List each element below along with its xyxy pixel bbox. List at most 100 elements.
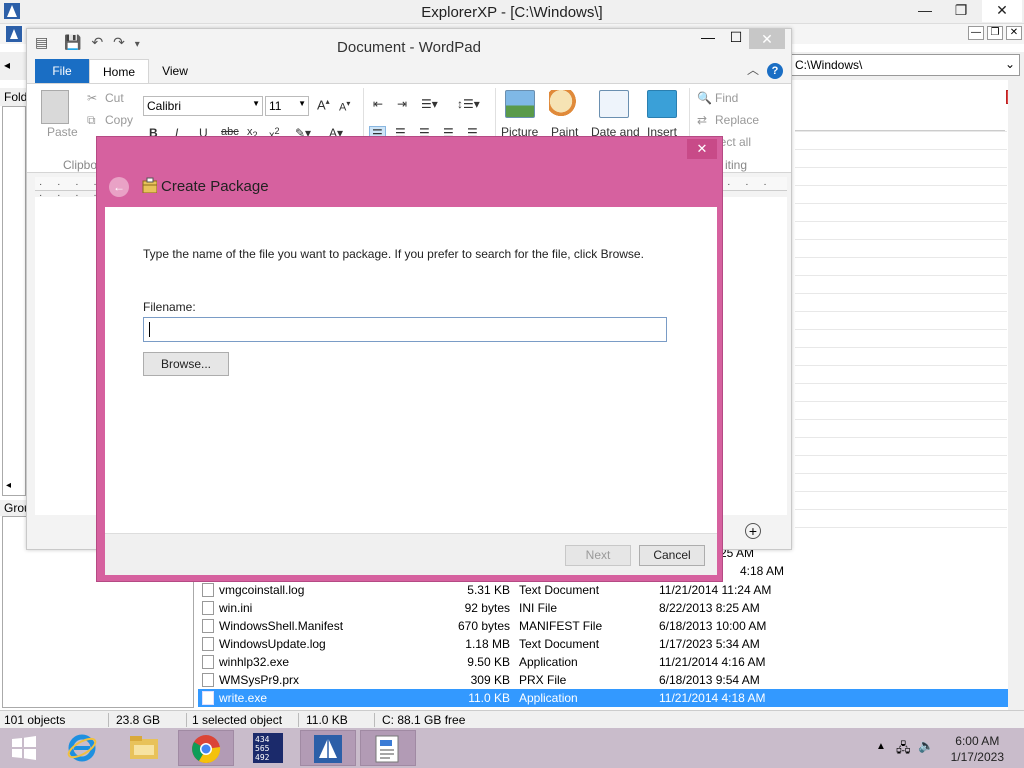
system-tray: ▲ 🖧 🔈 6:00 AM 1/17/2023: [874, 728, 1024, 768]
scroll-left-icon[interactable]: ◂: [6, 480, 26, 494]
find-button[interactable]: Find: [715, 91, 738, 105]
file-row[interactable]: winhlp32.exe 9.50 KB Application 11/21/2014…: [198, 653, 1008, 671]
zoom-in-icon[interactable]: +: [745, 523, 761, 539]
start-button[interactable]: [0, 730, 48, 766]
tab-file[interactable]: File: [35, 59, 89, 83]
insert-object-icon[interactable]: [647, 90, 677, 118]
clock-time: 6:00 AM: [955, 734, 1000, 748]
file-name: winhlp32.exe: [219, 655, 290, 669]
network-icon[interactable]: 🖧: [896, 739, 911, 761]
explorer-minimize-button[interactable]: —: [910, 0, 940, 22]
chevron-down-icon[interactable]: ⌄: [1005, 57, 1015, 71]
tab-home[interactable]: Home: [89, 59, 149, 84]
cancel-button[interactable]: Cancel: [639, 545, 705, 566]
file-row[interactable]: write.exe 11.0 KB Application 11/21/2014 4:…: [198, 689, 1008, 707]
svg-text:565: 565: [255, 744, 270, 753]
list-grid-line: [795, 473, 1007, 474]
svg-text:492: 492: [255, 753, 270, 762]
font-family-dropdown[interactable]: Calibri ▼: [143, 96, 263, 116]
list-grid-line: [795, 131, 1007, 132]
folders-pane-header: Folders: [0, 88, 28, 106]
explorerxp-doc-icon: [6, 26, 22, 42]
dialog-footer: Next Cancel: [105, 533, 717, 575]
address-value: C:\Windows\: [795, 58, 863, 72]
package-icon: [142, 177, 157, 193]
explorer-maximize-button[interactable]: ❐: [946, 0, 976, 22]
replace-button[interactable]: Replace: [715, 113, 759, 127]
cut-button[interactable]: Cut: [105, 91, 124, 105]
picture-icon[interactable]: [505, 90, 535, 118]
list-grid-line: [795, 329, 1007, 330]
taskbar-explorerxp[interactable]: [300, 730, 356, 766]
back-arrow-icon[interactable]: ←: [109, 177, 129, 197]
mdi-close-button[interactable]: ✕: [1006, 26, 1022, 40]
wordpad-close-button[interactable]: ✕: [749, 29, 785, 49]
grow-font-icon[interactable]: A▴: [317, 97, 330, 112]
taskbar-chrome[interactable]: [178, 730, 234, 766]
volume-icon[interactable]: 🔈: [918, 738, 934, 754]
file-row[interactable]: win.ini 92 bytes INI File 8/22/2013 8:25 AM: [198, 599, 1008, 617]
wordpad-icon: [375, 735, 399, 763]
taskbar-calculator[interactable]: 434 565 492: [240, 730, 296, 766]
internet-explorer-icon: [67, 734, 97, 762]
explorer-window-title: ExplorerXP - [C:\Windows\]: [421, 4, 603, 21]
wordpad-maximize-button[interactable]: ☐: [723, 29, 749, 49]
chrome-icon: [192, 735, 221, 763]
file-name: WindowsShell.Manifest: [219, 619, 344, 633]
decrease-indent-icon[interactable]: ⇤: [373, 97, 383, 111]
help-icon[interactable]: ?: [767, 63, 783, 79]
shrink-font-icon[interactable]: A▾: [339, 99, 350, 114]
line-spacing-icon[interactable]: ↕☰▾: [457, 97, 480, 111]
calendar-clock-icon[interactable]: [599, 90, 629, 118]
taskbar-file-explorer[interactable]: [116, 730, 172, 766]
explorer-close-button[interactable]: ✕: [982, 0, 1022, 22]
file-size: 92 bytes: [464, 601, 510, 615]
calculator-icon: 434565492: [253, 733, 283, 763]
file-row[interactable]: WindowsShell.Manifest 670 bytes MANIFEST F…: [198, 617, 1008, 635]
group-pane-header: Group: [0, 500, 28, 516]
file-row[interactable]: vmgcoinstall.log 5.31 KB Text Document 11/2…: [198, 581, 1008, 599]
copy-button[interactable]: Copy: [105, 113, 133, 127]
filename-input[interactable]: [143, 317, 667, 342]
file-modified: 8/22/2013 8:25 AM: [659, 601, 760, 615]
file-type: Text Document: [519, 583, 600, 597]
browse-button[interactable]: Browse...: [143, 352, 229, 376]
wordpad-minimize-button[interactable]: —: [695, 29, 721, 49]
font-size-dropdown[interactable]: 11 ▼: [265, 96, 309, 116]
file-list-column-header[interactable]: [795, 111, 1005, 131]
show-hidden-icons-icon[interactable]: ▲: [876, 741, 886, 752]
file-icon: [202, 637, 214, 651]
file-row[interactable]: WindowsUpdate.log 1.18 MB Text Document 1/1…: [198, 635, 1008, 653]
taskbar-wordpad[interactable]: [360, 730, 416, 766]
bullet-list-icon[interactable]: ☰▾: [421, 97, 438, 111]
status-selection: 1 selected object: [192, 713, 283, 727]
dialog-close-button[interactable]: ✕: [687, 139, 717, 159]
paste-button[interactable]: Paste: [47, 125, 78, 139]
tab-view[interactable]: View: [149, 59, 201, 83]
collapse-ribbon-icon[interactable]: ︿: [747, 61, 759, 78]
file-row[interactable]: WMSysPr9.prx 309 KB PRX File 6/18/2013 9:54…: [198, 671, 1008, 689]
mdi-restore-button[interactable]: ❐: [987, 26, 1003, 40]
list-grid-line: [795, 167, 1007, 168]
next-button[interactable]: Next: [565, 545, 631, 566]
paint-icon[interactable]: [549, 90, 579, 118]
mdi-minimize-button[interactable]: —: [968, 26, 984, 40]
file-list-scrollbar[interactable]: [1008, 80, 1024, 710]
text-caret: [149, 322, 150, 337]
file-type: MANIFEST File: [519, 619, 603, 633]
status-selected-size: 11.0 KB: [306, 713, 348, 727]
folders-tree[interactable]: [2, 106, 26, 496]
font-size-value: 11: [269, 99, 282, 113]
list-grid-line: [795, 365, 1007, 366]
chevron-down-icon: ▼: [298, 99, 306, 108]
file-name: WMSysPr9.prx: [219, 673, 300, 687]
taskbar-internet-explorer[interactable]: [54, 730, 110, 766]
list-grid-line: [795, 527, 1007, 528]
dialog-instruction: Type the name of the file you want to pa…: [143, 247, 644, 261]
taskbar-clock[interactable]: 6:00 AM 1/17/2023: [951, 733, 1004, 765]
increase-indent-icon[interactable]: ⇥: [397, 97, 407, 111]
paste-icon[interactable]: [41, 90, 69, 124]
back-nav-icon[interactable]: ◂: [4, 58, 10, 72]
svg-text:434: 434: [255, 735, 270, 744]
address-combobox[interactable]: C:\Windows\ ⌄: [790, 54, 1020, 76]
